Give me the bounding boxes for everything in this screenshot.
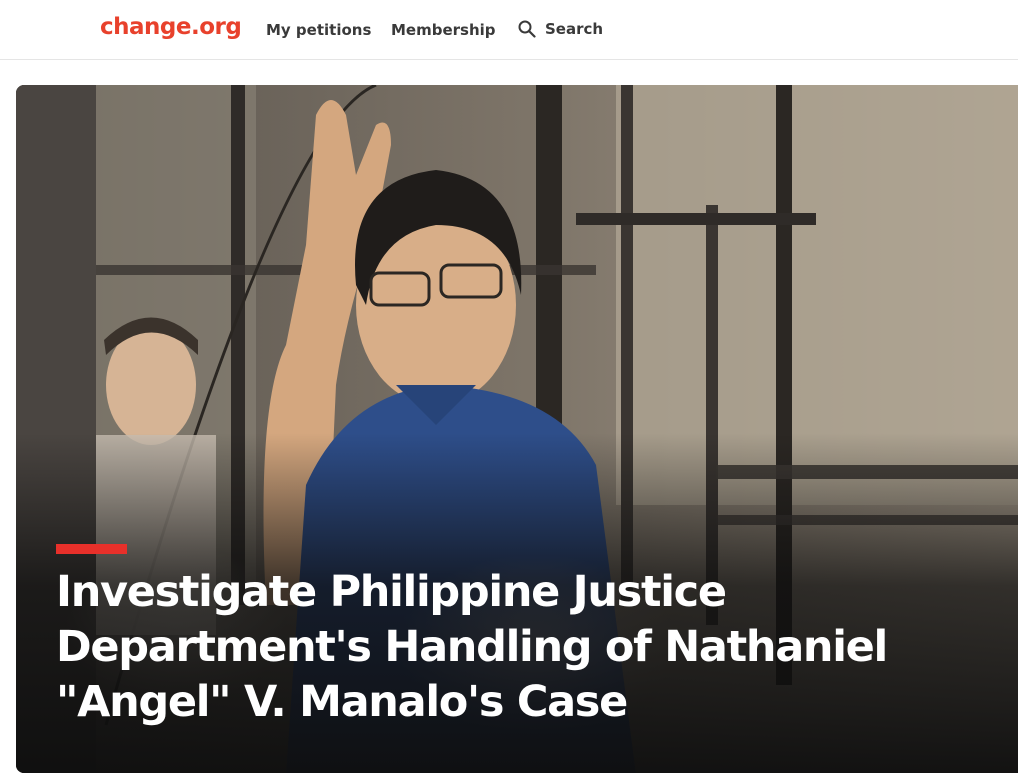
site-header: change.org My petitions Membership Searc… (0, 0, 1018, 60)
search-icon (518, 20, 536, 38)
petition-title: Investigate Philippine Justice Departmen… (56, 567, 888, 727)
nav-search-button[interactable]: Search (518, 20, 603, 38)
nav-membership[interactable]: Membership (391, 21, 496, 39)
nav-search-label: Search (545, 20, 604, 38)
nav-my-petitions[interactable]: My petitions (266, 21, 371, 39)
accent-bar (56, 544, 127, 554)
change-org-logo[interactable]: change.org (100, 14, 242, 40)
petition-hero: Investigate Philippine Justice Departmen… (16, 85, 1018, 773)
